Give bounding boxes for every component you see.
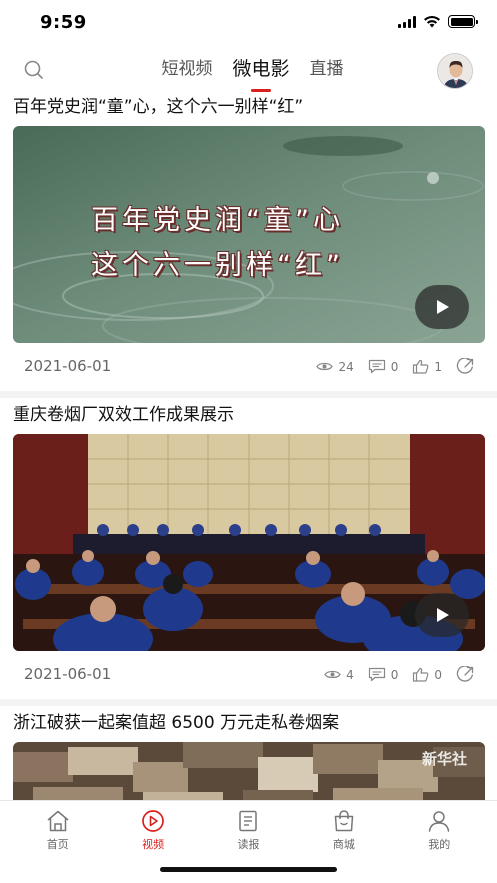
thumbs-up-icon [413, 667, 429, 682]
like-count-value: 1 [434, 359, 442, 374]
active-tab-indicator [250, 89, 271, 92]
shopping-bag-icon [334, 810, 354, 832]
home-icon [47, 810, 69, 832]
video-title[interactable]: 浙江破获一起案值超 6500 万元走私卷烟案 [0, 710, 497, 738]
publish-date: 2021-06-01 [24, 357, 112, 375]
newspaper-icon [239, 810, 258, 832]
video-meta: 2021-06-01 4 0 0 [0, 651, 497, 699]
eye-icon [316, 362, 334, 371]
status-icons [398, 15, 478, 28]
view-count: 4 [324, 668, 354, 682]
comment-count[interactable]: 0 [368, 667, 399, 682]
bottom-tab-home[interactable]: 首页 [28, 809, 88, 852]
play-button[interactable] [415, 285, 469, 329]
video-caption-line-2: 这个六一别样“红” [91, 250, 344, 281]
bottom-tab-mall[interactable]: 商城 [314, 809, 374, 852]
meeting-hall-image [13, 434, 485, 651]
top-nav: 短视频 微电影 直播 [0, 50, 497, 92]
video-icon [142, 810, 164, 832]
comment-icon [368, 359, 385, 374]
person-icon [429, 811, 450, 832]
comment-count[interactable]: 0 [368, 359, 399, 374]
like-count[interactable]: 1 [412, 359, 442, 374]
wifi-icon [424, 15, 440, 28]
comment-icon [368, 667, 385, 682]
news-agency-watermark: 新华社 [421, 750, 467, 768]
bottom-tab-video[interactable]: 视频 [123, 809, 183, 852]
avatar[interactable] [437, 53, 473, 89]
play-button[interactable] [415, 593, 469, 637]
video-caption-line-1: 百年党史润“童”心 [91, 205, 344, 236]
video-card[interactable]: 浙江破获一起案值超 6500 万元走私卷烟案 新华社 [0, 710, 497, 812]
view-count-value: 24 [338, 359, 354, 374]
bottom-tab-profile[interactable]: 我的 [409, 809, 469, 852]
share-icon [456, 666, 474, 682]
tab-short-video[interactable]: 短视频 [161, 54, 212, 91]
comment-count-value: 0 [390, 359, 399, 374]
feed-divider [0, 391, 497, 398]
comment-count-value: 0 [390, 667, 399, 682]
video-stats: 24 0 1 [302, 358, 479, 375]
video-feed: 百年党史润“童”心，这个六一别样“红” 百年党史润“童”心 这个六一别样“红” … [0, 94, 497, 812]
play-icon [437, 608, 449, 622]
play-icon [437, 300, 449, 314]
share-button[interactable] [456, 666, 479, 683]
view-count: 24 [316, 359, 354, 374]
view-count-value: 4 [346, 667, 354, 682]
video-thumbnail[interactable]: 百年党史润“童”心 这个六一别样“红” [13, 126, 485, 343]
video-card[interactable]: 百年党史润“童”心，这个六一别样“红” 百年党史润“童”心 这个六一别样“红” … [0, 94, 497, 391]
video-stats: 4 0 0 [310, 666, 479, 683]
tab-label: 短视频 [161, 59, 213, 79]
signal-icon [398, 15, 416, 28]
share-icon [456, 358, 474, 374]
bottom-tab-label: 读报 [237, 838, 260, 851]
bottom-tab-newspaper[interactable]: 读报 [218, 809, 278, 852]
battery-icon [448, 15, 478, 28]
publish-date: 2021-06-01 [24, 665, 112, 683]
bottom-tab-label: 商城 [332, 838, 355, 851]
video-thumbnail[interactable] [13, 434, 485, 651]
like-count[interactable]: 0 [412, 667, 442, 682]
bottom-tab-label: 首页 [46, 838, 69, 851]
status-time: 9:59 [40, 12, 87, 33]
thumbs-up-icon [413, 359, 429, 374]
status-bar: 9:59 [0, 0, 497, 46]
video-title[interactable]: 百年党史润“童”心，这个六一别样“红” [0, 94, 497, 122]
video-card[interactable]: 重庆卷烟厂双效工作成果展示 2021-06-01 4 0 0 [0, 402, 497, 699]
tab-micro-film[interactable]: 微电影 [232, 54, 290, 92]
share-button[interactable] [456, 358, 479, 375]
tab-label: 直播 [309, 59, 344, 79]
video-title[interactable]: 重庆卷烟厂双效工作成果展示 [0, 402, 497, 430]
feed-divider [0, 699, 497, 706]
tab-label: 微电影 [232, 58, 290, 80]
tab-bar: 短视频 微电影 直播 [0, 54, 497, 92]
like-count-value: 0 [434, 667, 442, 682]
bottom-tab-label: 我的 [428, 838, 451, 851]
video-meta: 2021-06-01 24 0 1 [0, 343, 497, 391]
bottom-tab-label: 视频 [142, 838, 165, 851]
tab-live[interactable]: 直播 [310, 54, 344, 91]
home-indicator [160, 867, 337, 872]
eye-icon [324, 670, 341, 679]
